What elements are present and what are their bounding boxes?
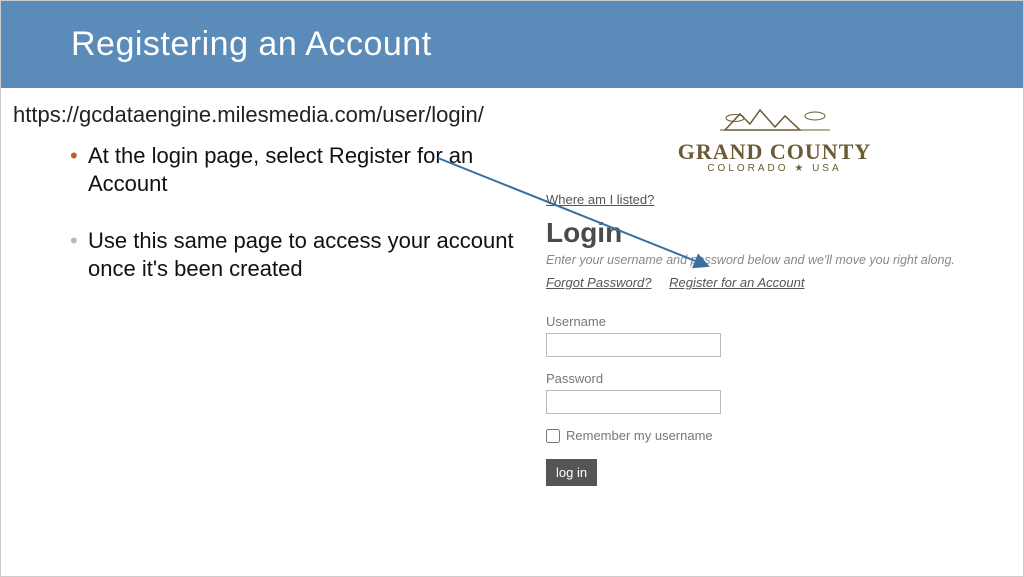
- login-heading: Login: [546, 217, 1003, 249]
- login-panel: Where am I listed? Login Enter your user…: [546, 182, 1003, 486]
- logo: GRAND COUNTY COLORADO ★ USA: [546, 102, 1003, 182]
- remember-checkbox[interactable]: [546, 429, 560, 443]
- title-bar: Registering an Account: [1, 1, 1023, 88]
- slide: Registering an Account https://gcdataeng…: [0, 0, 1024, 577]
- where-listed-link[interactable]: Where am I listed?: [546, 192, 654, 207]
- login-links-row: Forgot Password? Register for an Account: [546, 275, 1003, 298]
- remember-label: Remember my username: [566, 428, 713, 443]
- bullet-list: At the login page, select Register for a…: [13, 142, 536, 282]
- password-label: Password: [546, 371, 1003, 386]
- slide-title: Registering an Account: [71, 25, 953, 64]
- remember-row: Remember my username: [546, 428, 1003, 443]
- bullet-item: Use this same page to access your accoun…: [88, 227, 536, 282]
- bullet-item: At the login page, select Register for a…: [88, 142, 536, 197]
- password-input[interactable]: [546, 390, 721, 414]
- username-input[interactable]: [546, 333, 721, 357]
- forgot-password-link[interactable]: Forgot Password?: [546, 275, 652, 290]
- mountain-icon: [720, 102, 830, 139]
- right-column: GRAND COUNTY COLORADO ★ USA Where am I l…: [536, 102, 1023, 576]
- register-account-link[interactable]: Register for an Account: [669, 275, 804, 290]
- logo-subtitle: COLORADO ★ USA: [546, 163, 1003, 174]
- slide-body: https://gcdataengine.milesmedia.com/user…: [1, 88, 1023, 576]
- login-url: https://gcdataengine.milesmedia.com/user…: [13, 102, 536, 128]
- username-label: Username: [546, 314, 1003, 329]
- logo-name: GRAND COUNTY: [546, 139, 1003, 165]
- login-button[interactable]: log in: [546, 459, 597, 486]
- login-description: Enter your username and password below a…: [546, 253, 1003, 267]
- left-column: https://gcdataengine.milesmedia.com/user…: [1, 102, 536, 576]
